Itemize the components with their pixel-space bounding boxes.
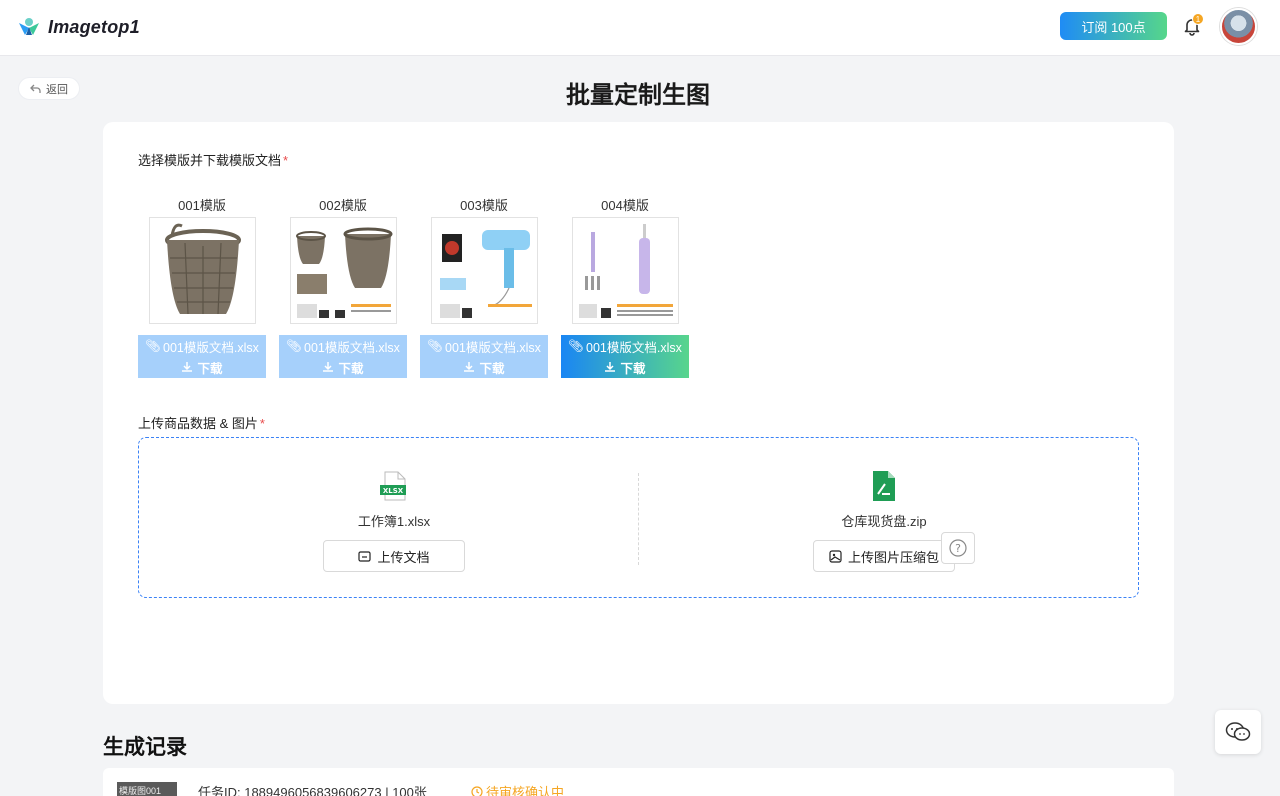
template-thumbnail[interactable]: [148, 217, 256, 324]
upload-document-label: 上传文档: [377, 549, 430, 565]
clock-icon: [471, 785, 483, 796]
download-label: 下载: [620, 361, 646, 376]
template-section-label: 选择模版并下载模版文档 *: [138, 153, 289, 168]
template-file-name: 001模版文档.xlsx: [163, 340, 259, 355]
template-name: 003模版: [460, 198, 508, 213]
template-download-button[interactable]: 📎︎ 001模版文档.xlsx 下载: [138, 335, 266, 378]
wechat-icon: [1225, 722, 1251, 741]
template-file-name: 001模版文档.xlsx: [445, 340, 541, 355]
template-download-button[interactable]: 📎︎ 001模版文档.xlsx 下载: [420, 335, 548, 378]
paperclip-icon: 📎︎: [145, 338, 161, 353]
batch-generation-card: 选择模版并下载模版文档 * 001模版 📎︎ 001模版文档.xlsx 下载 002…: [103, 122, 1174, 704]
required-mark: *: [283, 153, 289, 168]
paperclip-icon: 📎︎: [568, 338, 584, 353]
template-download-button[interactable]: 📎︎ 001模版文档.xlsx 下载: [561, 335, 689, 378]
question-mark-icon: ?: [949, 539, 967, 557]
template-thumbnail[interactable]: [289, 217, 397, 324]
basket-image: [164, 223, 241, 315]
upload-section-label: 上传商品数据 & 图片 *: [138, 416, 265, 431]
upload-zip-label: 上传图片压缩包: [847, 549, 939, 565]
template-file-name: 001模版文档.xlsx: [586, 340, 682, 355]
template-name: 002模版: [319, 198, 367, 213]
template-name: 004模版: [601, 198, 649, 213]
image-upload-icon: [829, 549, 842, 563]
record-task-info: 任务ID: 1889496056839606273 | 100张: [198, 785, 427, 796]
template-download-button[interactable]: 📎︎ 001模版文档.xlsx 下载: [279, 335, 407, 378]
notification-badge: 1: [1192, 13, 1204, 25]
svg-text:?: ?: [955, 542, 961, 555]
zip-file-name: 仓库现货盘.zip: [841, 514, 927, 529]
zip-file-icon: [873, 471, 895, 501]
folder-upload-icon: [358, 550, 372, 562]
xlsx-icon-label: XLSX: [383, 487, 404, 495]
upload-document-button[interactable]: 上传文档: [323, 540, 465, 572]
page-title: 批量定制生图: [566, 82, 710, 109]
subscribe-button[interactable]: 订阅 100点: [1060, 12, 1167, 40]
template-card: 002模版 📎︎ 001模版文档.xlsx 下载: [279, 195, 407, 378]
download-icon: [464, 362, 475, 372]
download-icon: [605, 362, 616, 372]
record-status-label: 待审核确认中: [486, 785, 565, 796]
upload-zip-button[interactable]: 上传图片压缩包: [813, 540, 955, 572]
hairdryer-template-image: [439, 230, 532, 318]
download-label: 下载: [338, 361, 364, 376]
records-section-title: 生成记录: [103, 736, 187, 759]
record-row[interactable]: 模版图001 任务ID: 1889496056839606273 | 100张 …: [103, 768, 1174, 796]
record-thumbnail: 模版图001: [117, 782, 177, 796]
template-card: 003模版 📎︎ 001模版文档.xlsx 下载: [420, 195, 548, 378]
template-file-name: 001模版文档.xlsx: [304, 340, 400, 355]
help-button[interactable]: ?: [941, 532, 975, 564]
document-upload-area: XLSX 工作簿1.xlsx 上传文档: [269, 470, 519, 572]
upload-divider: [638, 473, 639, 565]
download-label: 下载: [197, 361, 223, 376]
paperclip-icon: 📎︎: [427, 338, 443, 353]
record-status: 待审核确认中: [471, 782, 564, 796]
template-thumbnail[interactable]: [430, 217, 538, 324]
app-logo[interactable]: Imagetop1: [16, 14, 140, 40]
app-name: Imagetop1: [48, 16, 140, 37]
top-navigation-bar: Imagetop1 订阅 100点 1: [0, 0, 1280, 56]
upload-drop-zone[interactable]: XLSX 工作簿1.xlsx 上传文档 仓库现货盘.zip 上传图片压缩包 ?: [138, 437, 1139, 598]
toothbrush-template-image: [578, 224, 673, 318]
xlsx-file-icon: XLSX: [380, 471, 406, 501]
template-card: 001模版 📎︎ 001模版文档.xlsx 下载: [138, 195, 266, 378]
template-thumbnail[interactable]: [571, 217, 679, 324]
user-avatar[interactable]: [1220, 8, 1257, 45]
document-file-name: 工作簿1.xlsx: [357, 514, 431, 529]
download-icon: [182, 362, 193, 372]
basket-template-image: [295, 227, 392, 318]
paperclip-icon: 📎︎: [286, 338, 302, 353]
template-name: 001模版: [178, 198, 226, 213]
required-mark: *: [259, 416, 265, 431]
logo-icon: [19, 18, 39, 35]
download-icon: [323, 362, 334, 372]
download-label: 下载: [479, 361, 505, 376]
template-card: 004模版 📎︎ 001模版文档.xlsx 下载: [561, 195, 689, 378]
wechat-contact-button[interactable]: [1215, 710, 1261, 754]
